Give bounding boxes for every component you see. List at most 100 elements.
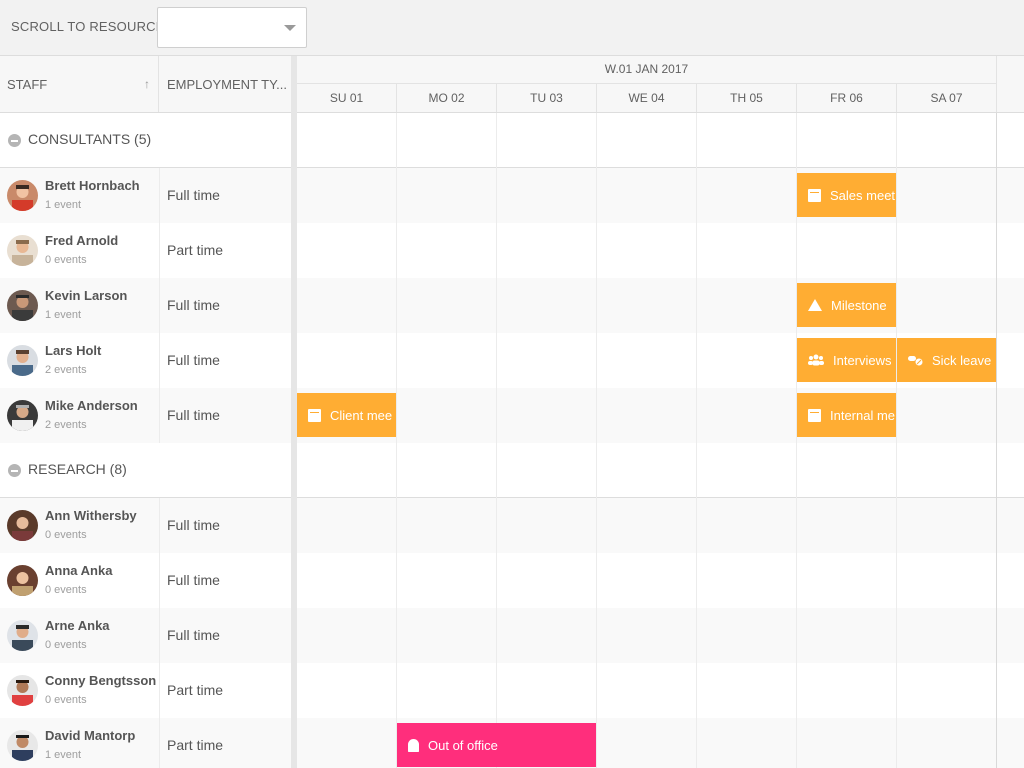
schedule-group-row [297,113,1024,168]
schedule-row[interactable] [297,663,1024,718]
day-divider [896,113,897,768]
resource-row[interactable]: Conny Bengtsson 0 events Part time [0,663,291,718]
schedule-row[interactable] [297,553,1024,608]
resource-name: Lars Holt [45,343,102,358]
schedule-row[interactable] [297,498,1024,553]
event-count: 2 events [45,419,87,431]
resource-row[interactable]: Mike Anderson 2 events Full time [0,388,291,443]
event-count: 0 events [45,254,87,266]
event-out-of-office[interactable]: Out of office [397,723,596,767]
day-divider [496,113,497,768]
event-sick-leave[interactable]: Sick leave [897,338,996,382]
chevron-down-icon[interactable] [284,25,296,31]
schedule-row[interactable] [297,168,1024,223]
group-label: RESEARCH (8) [28,461,127,477]
resource-row[interactable]: Lars Holt 2 events Full time [0,333,291,388]
event-label: Internal me [830,407,896,423]
event-count: 1 event [45,749,82,761]
avatar [7,675,38,706]
column-header-staff[interactable]: STAFF ↑ [0,56,159,112]
day-divider [596,113,597,768]
resource-name: Anna Anka [45,563,113,578]
scroll-to-resource-combo[interactable] [157,7,307,48]
resource-name: Fred Arnold [45,233,119,248]
schedule-area[interactable]: Sales meet Milestone Interviews Sick lea… [297,113,1024,768]
event-interviews[interactable]: Interviews [797,338,896,382]
employment-type: Part time [167,737,224,753]
event-client-meeting[interactable]: Client mee [297,393,396,437]
schedule-row[interactable] [297,608,1024,663]
day-divider [396,113,397,768]
name-cell: Fred Arnold 0 events [0,223,160,278]
avatar [7,400,38,431]
schedule-row[interactable] [297,388,1024,443]
resource-name: Arne Anka [45,618,110,633]
employment-type: Full time [167,187,220,203]
collapse-icon[interactable] [8,134,21,147]
event-internal-meeting[interactable]: Internal me [797,393,896,437]
calendar-icon [808,188,821,202]
name-cell: Lars Holt 2 events [0,333,160,388]
resource-row[interactable]: Ann Withersby 0 events Full time [0,498,291,553]
event-count: 1 event [45,199,82,211]
resource-name: Conny Bengtsson [45,673,157,688]
calendar-icon [808,408,821,422]
day-header: MO 02 [397,84,497,112]
day-divider [696,113,697,768]
resource-row[interactable]: Fred Arnold 0 events Part time [0,223,291,278]
event-count: 0 events [45,639,87,651]
day-header: TU 03 [497,84,597,112]
event-count: 0 events [45,584,87,596]
avatar [7,620,38,651]
bell-icon [408,738,419,752]
event-label: Milestone [831,297,887,313]
day-header: FR 06 [797,84,897,112]
resource-name: Mike Anderson [45,398,138,413]
schedule-row[interactable] [297,223,1024,278]
resource-grid: CONSULTANTS (5) Brett Hornbach 1 event F… [0,113,291,768]
avatar [7,565,38,596]
timeline-header: W.01 JAN 2017 SU 01 MO 02 TU 03 WE 04 TH… [297,56,1024,113]
name-cell: Ann Withersby 0 events [0,498,160,553]
resource-row[interactable]: Anna Anka 0 events Full time [0,553,291,608]
scroll-to-resource-label: SCROLL TO RESOURCE [11,19,165,34]
employment-type: Full time [167,517,220,533]
employment-type: Full time [167,297,220,313]
event-label: Interviews [833,352,892,368]
resource-row[interactable]: David Mantorp 1 event Part time [0,718,291,768]
employment-type: Part time [167,242,224,258]
resource-row[interactable]: Brett Hornbach 1 event Full time [0,168,291,223]
collapse-icon[interactable] [8,464,21,477]
event-label: Sick leave [932,352,992,368]
avatar [7,730,38,761]
name-cell: Conny Bengtsson 0 events [0,663,160,718]
column-header-staff-label: STAFF [7,76,48,92]
group-row-consultants[interactable]: CONSULTANTS (5) [0,113,291,168]
employment-type: Full time [167,407,220,423]
event-count: 0 events [45,694,87,706]
employment-type: Full time [167,352,220,368]
event-sales-meet[interactable]: Sales meet [797,173,896,217]
event-count: 2 events [45,364,87,376]
resource-row[interactable]: Arne Anka 0 events Full time [0,608,291,663]
avatar [7,180,38,211]
group-icon [808,354,824,365]
event-milestone[interactable]: Milestone [797,283,896,327]
group-row-research[interactable]: RESEARCH (8) [0,443,291,498]
sort-ascending-icon[interactable]: ↑ [144,77,150,91]
day-headers: SU 01 MO 02 TU 03 WE 04 TH 05 FR 06 SA 0… [297,84,997,112]
event-label: Sales meet [830,187,896,203]
name-cell: Anna Anka 0 events [0,553,160,608]
grid-header: STAFF ↑ EMPLOYMENT TY... [0,56,291,113]
event-label: Out of office [428,737,498,753]
name-cell: Kevin Larson 1 event [0,278,160,333]
pills-icon [908,355,923,365]
resource-row[interactable]: Kevin Larson 1 event Full time [0,278,291,333]
schedule-group-row [297,443,1024,498]
column-header-employment-label: EMPLOYMENT TY... [167,76,287,92]
column-header-employment-type[interactable]: EMPLOYMENT TY... [159,56,291,112]
name-cell: Arne Anka 0 events [0,608,160,663]
calendar-icon [308,408,321,422]
day-header: TH 05 [697,84,797,112]
schedule-row[interactable] [297,278,1024,333]
